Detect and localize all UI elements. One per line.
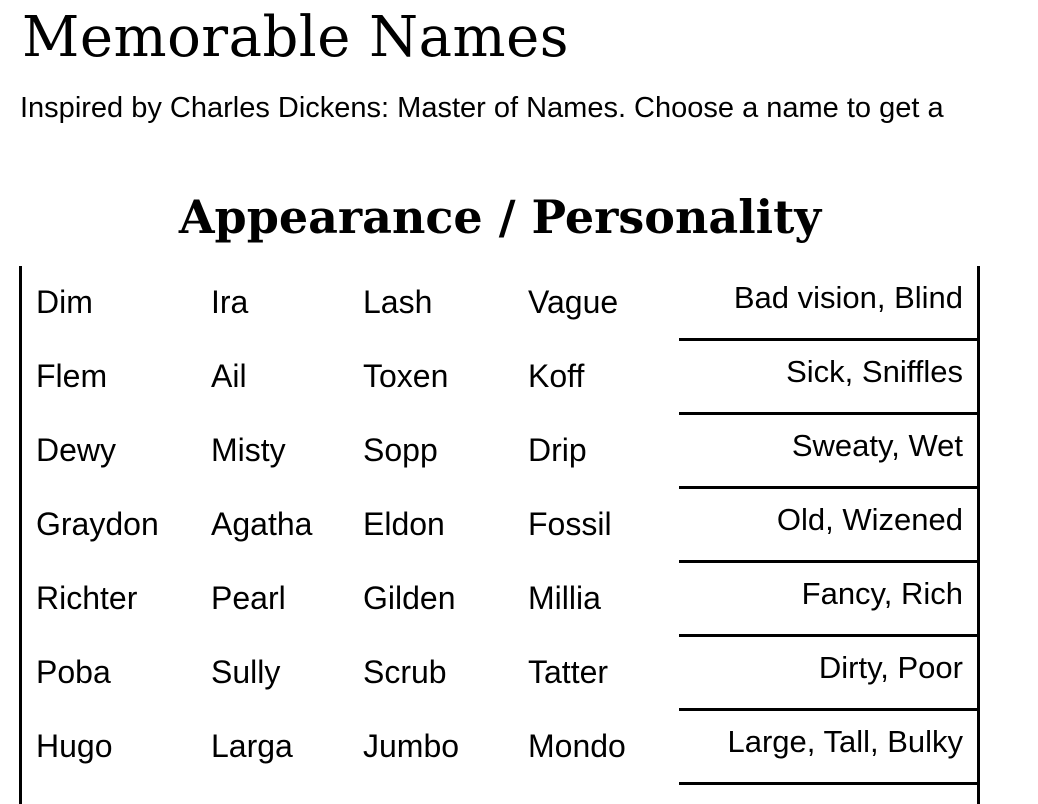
section-heading: Appearance / Personality [178, 190, 822, 244]
name-cell[interactable]: Scrub [363, 652, 447, 692]
name-cell[interactable]: Larga [211, 726, 293, 766]
trait-cell: Dirty, Poor [679, 636, 977, 711]
trait-label: Old, Wizened [776, 502, 963, 537]
page-title: Memorable Names [22, 5, 570, 70]
name-cell[interactable]: Ail [211, 356, 247, 396]
name-cell[interactable]: Hugo [36, 726, 113, 766]
name-cell[interactable]: Poba [36, 652, 111, 692]
name-cell[interactable]: Sopp [363, 430, 438, 470]
trait-cell: Old, Wizened [679, 488, 977, 563]
name-cell[interactable]: Toxen [363, 356, 448, 396]
name-cell[interactable]: Vague [528, 282, 618, 322]
name-cell[interactable]: Eldon [363, 504, 445, 544]
name-cell[interactable]: Misty [211, 430, 286, 470]
page-subtitle: Inspired by Charles Dickens: Master of N… [20, 92, 944, 124]
table-row: Dim Ira Lash Vague Bad vision, Blind [22, 266, 977, 341]
trait-label: Sweaty, Wet [791, 428, 963, 463]
trait-label: Dirty, Poor [818, 650, 963, 685]
table-row: Dewy Misty Sopp Drip Sweaty, Wet [22, 414, 977, 489]
trait-cell: Fancy, Rich [679, 562, 977, 637]
name-cell[interactable]: Koff [528, 356, 584, 396]
name-cell[interactable]: Lash [363, 282, 432, 322]
trait-cell: Sweaty, Wet [679, 414, 977, 489]
name-cell[interactable]: Fossil [528, 504, 612, 544]
name-cell[interactable]: Jumbo [363, 726, 459, 766]
name-cell[interactable]: Drip [528, 430, 587, 470]
table-row: Richter Pearl Gilden Millia Fancy, Rich [22, 562, 977, 637]
name-cell[interactable]: Richter [36, 578, 137, 618]
trait-cell: Bad vision, Blind [679, 266, 977, 341]
name-cell[interactable]: Gilden [363, 578, 456, 618]
name-cell[interactable]: Dim [36, 282, 93, 322]
name-cell[interactable]: Mondo [528, 726, 626, 766]
trait-label: Large, Tall, Bulky [727, 724, 964, 759]
name-cell[interactable]: Agatha [211, 504, 312, 544]
trait-cell: Large, Tall, Bulky [679, 710, 977, 785]
table-row: Flem Ail Toxen Koff Sick, Sniffles [22, 340, 977, 415]
trait-label: Bad vision, Blind [733, 280, 963, 315]
trait-label: Sick, Sniffles [786, 354, 963, 389]
trait-label: Fancy, Rich [801, 576, 963, 611]
trait-cell: Sick, Sniffles [679, 340, 977, 415]
table-row: Poba Sully Scrub Tatter Dirty, Poor [22, 636, 977, 711]
name-cell[interactable]: Pearl [211, 578, 286, 618]
name-cell[interactable]: Tatter [528, 652, 608, 692]
table-row: Hugo Larga Jumbo Mondo Large, Tall, Bulk… [22, 710, 977, 785]
page: Memorable Names Inspired by Charles Dick… [0, 0, 1038, 804]
name-cell[interactable]: Flem [36, 356, 107, 396]
table-row: Graydon Agatha Eldon Fossil Old, Wizened [22, 488, 977, 563]
name-cell[interactable]: Dewy [36, 430, 116, 470]
name-cell[interactable]: Ira [211, 282, 248, 322]
name-cell[interactable]: Sully [211, 652, 280, 692]
names-table: Dim Ira Lash Vague Bad vision, Blind Fle… [19, 266, 980, 804]
name-cell[interactable]: Millia [528, 578, 601, 618]
name-cell[interactable]: Graydon [36, 504, 159, 544]
